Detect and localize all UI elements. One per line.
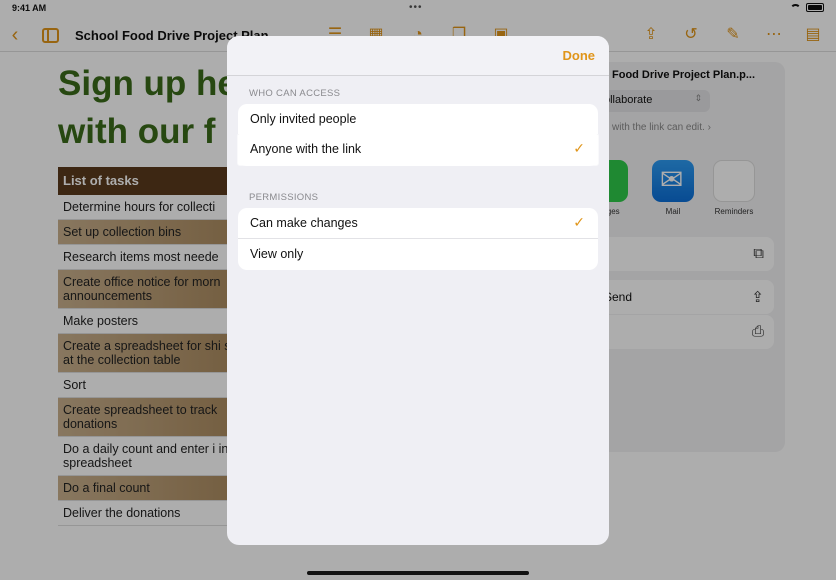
checkmark-icon: ✓ bbox=[573, 140, 585, 156]
share-options-modal: Done WHO CAN ACCESS Only invited people … bbox=[227, 36, 609, 545]
permission-options: Can make changes ✓ View only bbox=[238, 208, 598, 270]
permission-option-edit[interactable]: Can make changes ✓ bbox=[238, 208, 598, 239]
option-label: Can make changes bbox=[250, 216, 358, 230]
option-label: Anyone with the link bbox=[250, 142, 362, 156]
access-option-invited[interactable]: Only invited people bbox=[238, 104, 598, 135]
option-label: View only bbox=[250, 247, 304, 261]
access-section-label: WHO CAN ACCESS bbox=[249, 88, 341, 99]
permission-option-view[interactable]: View only bbox=[238, 239, 598, 270]
permissions-section-label: PERMISSIONS bbox=[249, 192, 319, 203]
option-label: Only invited people bbox=[250, 112, 357, 126]
checkmark-icon: ✓ bbox=[573, 214, 585, 230]
home-indicator[interactable] bbox=[307, 571, 529, 575]
selected-access-option[interactable]: Anyone with the link ✓ bbox=[238, 134, 598, 165]
done-button[interactable]: Done bbox=[563, 48, 596, 63]
modal-header: Done bbox=[227, 36, 609, 76]
